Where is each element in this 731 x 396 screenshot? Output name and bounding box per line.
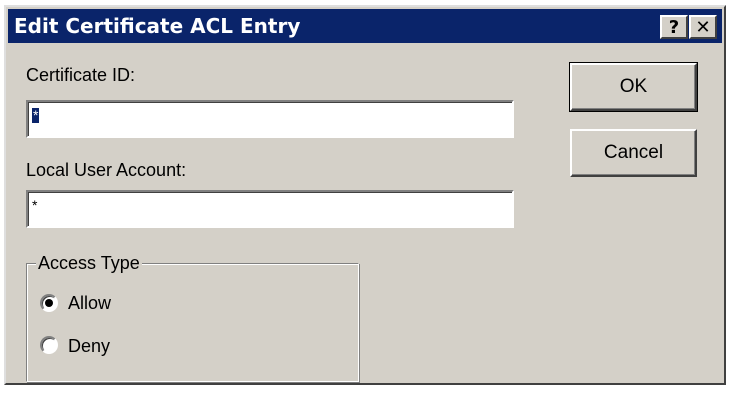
certificate-id-value: * <box>32 107 40 123</box>
deny-label[interactable]: Deny <box>68 336 110 356</box>
access-type-legend: Access Type <box>36 253 142 273</box>
radio-selected-dot <box>45 299 53 307</box>
window-title: Edit Certificate ACL Entry <box>14 14 301 38</box>
title-bar[interactable]: Edit Certificate ACL Entry ? ✕ <box>8 9 722 43</box>
local-user-account-value: * <box>32 197 38 213</box>
help-button[interactable]: ? <box>660 15 688 39</box>
certificate-id-label: Certificate ID: <box>26 65 136 85</box>
cancel-button[interactable]: Cancel <box>570 129 697 177</box>
allow-radio[interactable] <box>40 294 58 312</box>
deny-radio[interactable] <box>40 336 58 354</box>
access-type-group <box>26 263 359 382</box>
allow-label[interactable]: Allow <box>68 293 111 313</box>
close-button[interactable]: ✕ <box>689 15 717 39</box>
ok-button[interactable]: OK <box>569 62 698 112</box>
edit-certificate-acl-dialog: Edit Certificate ACL Entry ? ✕ Certifica… <box>4 5 726 385</box>
certificate-id-field[interactable]: * <box>26 100 514 138</box>
local-user-account-field[interactable]: * <box>26 190 514 228</box>
local-user-account-label: Local User Account: <box>26 160 187 180</box>
